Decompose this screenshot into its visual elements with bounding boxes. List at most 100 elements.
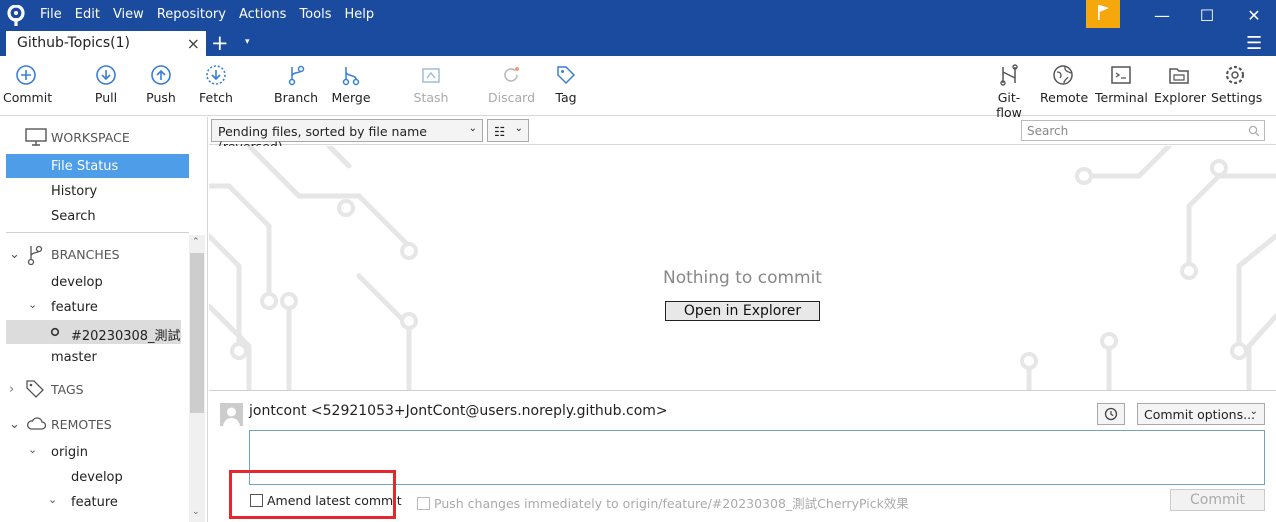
branch-develop[interactable]: develop: [51, 275, 103, 290]
branch-master[interactable]: master: [51, 350, 97, 365]
search-input[interactable]: Search: [1021, 120, 1265, 141]
merge-icon: [342, 67, 360, 86]
tags-expand-icon[interactable]: ›: [9, 382, 14, 397]
menu-file[interactable]: File: [40, 7, 62, 22]
new-tab-button[interactable]: +: [211, 31, 229, 55]
merge-button[interactable]: Merge: [330, 64, 372, 105]
remotes-collapse-icon[interactable]: ⌄: [9, 417, 20, 432]
terminal-label: Terminal: [1095, 90, 1148, 105]
remote-button[interactable]: Remote: [1040, 64, 1089, 105]
commit-options-dropdown[interactable]: Commit options... ⌄: [1137, 403, 1265, 425]
sidebar-item-file-status[interactable]: File Status: [51, 159, 118, 174]
branch-current[interactable]: #20230308_測試Ch: [71, 325, 181, 344]
monitor-icon: [25, 128, 47, 146]
hamburger-menu-icon[interactable]: ☰: [1246, 33, 1262, 54]
remote-origin[interactable]: origin: [51, 445, 88, 460]
nothing-to-commit-text: Nothing to commit: [663, 268, 822, 288]
open-in-explorer-button[interactable]: Open in Explorer: [665, 301, 820, 321]
gear-icon: [1225, 65, 1245, 85]
sidebar-scrollbar[interactable]: ⌃ ⌄: [189, 235, 205, 522]
discard-label: Discard: [488, 90, 535, 105]
origin-collapse-icon[interactable]: ⌄: [28, 443, 37, 456]
sidebar: WORKSPACE File Status History Search ⌄ B…: [0, 117, 208, 522]
menu-help[interactable]: Help: [344, 7, 374, 22]
minimize-button[interactable]: —: [1152, 6, 1172, 26]
menu-repository[interactable]: Repository: [157, 7, 226, 22]
gitflow-button[interactable]: Git-flow: [985, 64, 1033, 120]
clock-icon: [1104, 407, 1118, 421]
empty-state: Nothing to commit Open in Explorer: [209, 146, 1276, 390]
pull-label: Pull: [94, 90, 118, 105]
sidebar-item-history[interactable]: History: [51, 184, 97, 199]
discard-icon: [504, 67, 519, 82]
chevron-down-icon: ⌄: [1249, 406, 1258, 417]
menu-tools[interactable]: Tools: [299, 7, 331, 22]
merge-label: Merge: [331, 90, 371, 105]
branch-folder-feature[interactable]: feature: [51, 300, 98, 315]
settings-button[interactable]: Settings: [1211, 64, 1263, 105]
branch-icon: [27, 245, 43, 266]
view-mode-dropdown[interactable]: ☷ ⌄: [487, 119, 529, 142]
tab-close-icon[interactable]: ×: [187, 34, 200, 53]
push-button[interactable]: Push: [143, 64, 179, 105]
terminal-button[interactable]: Terminal: [1095, 64, 1148, 105]
commit-message-input[interactable]: [249, 430, 1265, 485]
search-placeholder: Search: [1027, 124, 1069, 138]
sourcetree-window: File Edit View Repository Actions Tools …: [0, 0, 1276, 522]
tab-dropdown-icon[interactable]: ▾: [245, 37, 250, 47]
fetch-button[interactable]: Fetch: [197, 64, 235, 105]
tag-icon: [26, 380, 44, 398]
tags-header: TAGS: [51, 382, 84, 397]
push-label: Push: [146, 90, 176, 105]
branch-label: Branch: [274, 90, 319, 105]
push-checkbox-box[interactable]: [417, 497, 430, 510]
user-icon: [223, 407, 240, 426]
list-view-icon: ☷: [494, 124, 506, 139]
explorer-button[interactable]: Explorer: [1154, 64, 1206, 105]
tag-button[interactable]: Tag: [551, 64, 581, 105]
chevron-down-icon: ⌄: [468, 123, 477, 134]
pull-button[interactable]: Pull: [88, 64, 124, 105]
menu-actions[interactable]: Actions: [239, 7, 287, 22]
stash-button[interactable]: Stash: [413, 64, 449, 105]
remote-branch-folder-feature[interactable]: feature: [71, 495, 118, 510]
pull-icon: [96, 65, 116, 85]
commit-button[interactable]: Commit: [1170, 489, 1265, 511]
close-window-button[interactable]: ✕: [1244, 6, 1264, 26]
discard-button[interactable]: Discard: [488, 64, 535, 105]
feature-collapse-icon[interactable]: ⌄: [28, 298, 37, 311]
sourcetree-logo-icon: [7, 5, 25, 26]
push-immediately-checkbox[interactable]: Push changes immediately to origin/featu…: [417, 493, 909, 512]
repo-tab[interactable]: Github-Topics(1) ×: [6, 31, 206, 56]
commit-toolbar-button[interactable]: Commit: [3, 64, 53, 105]
sort-dropdown[interactable]: Pending files, sorted by file name (reve…: [211, 119, 483, 154]
cloud-icon: [27, 417, 46, 430]
maximize-button[interactable]: ☐: [1197, 6, 1217, 26]
flag-button[interactable]: [1086, 0, 1120, 28]
remote-label: Remote: [1040, 90, 1089, 105]
scroll-down-icon[interactable]: ⌄: [192, 507, 200, 517]
terminal-icon: [1111, 66, 1131, 84]
scroll-up-icon[interactable]: ⌃: [192, 237, 200, 247]
highlight-annotation-box: [229, 470, 396, 519]
commit-label: Commit: [3, 90, 53, 105]
menu-edit[interactable]: Edit: [75, 7, 100, 22]
menu-view[interactable]: View: [113, 7, 144, 22]
sidebar-item-search[interactable]: Search: [51, 209, 96, 224]
branch-button[interactable]: Branch: [274, 64, 318, 105]
toolbar: Commit Pull Push Fetch Branch Merge Stas…: [0, 56, 1276, 120]
repo-tab-title: Github-Topics(1): [17, 35, 130, 51]
remote-branch-develop[interactable]: develop: [71, 470, 123, 485]
origin-feature-collapse-icon[interactable]: ⌄: [48, 493, 57, 506]
title-bar: File Edit View Repository Actions Tools …: [0, 0, 1276, 56]
menu-bar: File Edit View Repository Actions Tools …: [40, 7, 387, 22]
remotes-header: REMOTES: [51, 417, 112, 432]
scrollbar-thumb[interactable]: [190, 253, 204, 413]
commit-history-button[interactable]: [1097, 403, 1125, 425]
settings-label: Settings: [1211, 90, 1263, 105]
filter-bar: Pending files, sorted by file name (reve…: [209, 117, 1276, 154]
branches-header: BRANCHES: [51, 247, 120, 262]
branches-collapse-icon[interactable]: ⌄: [9, 247, 20, 262]
current-branch-icon: [50, 327, 60, 337]
chevron-down-icon: ⌄: [514, 123, 523, 134]
